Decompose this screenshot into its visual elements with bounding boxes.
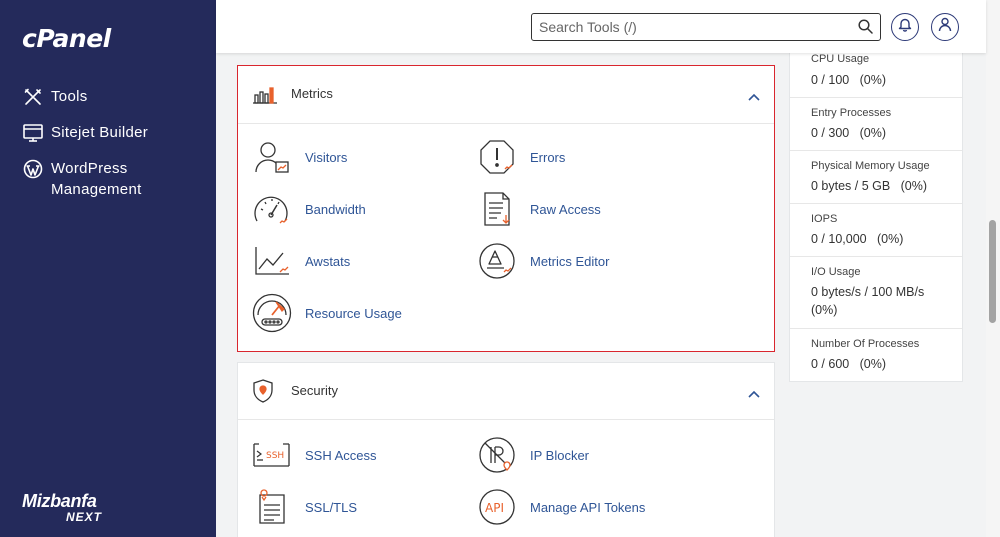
metrics-item-resource-usage[interactable]: Resource Usage <box>252 293 402 333</box>
metrics-item-bandwidth[interactable]: Bandwidth <box>252 189 366 229</box>
security-item-ssl-tls[interactable]: SSL/TLS <box>252 487 357 527</box>
sidebar-item-tools[interactable]: Tools <box>22 86 88 108</box>
stat-label: CPU Usage <box>811 53 870 65</box>
errors-icon <box>477 137 517 177</box>
search-input[interactable] <box>539 17 839 37</box>
sidebar-item-label: Tools <box>51 88 88 105</box>
user-menu-button[interactable] <box>931 13 959 41</box>
stat-physical-memory: Physical Memory Usage 0 bytes / 5 GB (0%… <box>790 151 962 204</box>
metrics-item-label: Errors <box>530 149 566 165</box>
shield-icon <box>252 379 274 408</box>
stat-number-of-processes: Number Of Processes 0 / 600 (0%) <box>790 329 962 383</box>
metrics-panel-title: Metrics <box>291 86 333 101</box>
ip-blocker-icon <box>477 435 517 475</box>
stat-value: 0 / 10,000 (0%) <box>811 232 904 246</box>
metrics-panel-header[interactable]: Metrics <box>238 66 774 124</box>
stat-label: IOPS <box>811 213 838 225</box>
sitejet-icon <box>22 122 44 144</box>
metrics-item-metrics-editor[interactable]: Metrics Editor <box>477 241 609 281</box>
security-panel-title: Security <box>291 383 338 398</box>
sidebar: cPanel Tools Sitejet Builder WordPress M… <box>0 0 216 537</box>
user-icon <box>938 17 952 37</box>
metrics-item-label: Visitors <box>305 149 348 165</box>
stat-value: 0 / 100 (0%) <box>811 73 887 87</box>
bell-icon <box>898 17 912 37</box>
stat-value: 0 / 300 (0%) <box>811 126 887 140</box>
awstats-icon <box>252 241 292 281</box>
raw-access-icon <box>477 189 517 229</box>
security-item-label: Manage API Tokens <box>530 499 646 515</box>
metrics-chart-icon <box>252 82 278 109</box>
security-item-label: SSH Access <box>305 447 377 463</box>
notifications-button[interactable] <box>891 13 919 41</box>
api-icon: API <box>477 487 517 527</box>
metrics-item-awstats[interactable]: Awstats <box>252 241 350 281</box>
search-box <box>531 13 881 41</box>
stat-label: Number Of Processes <box>811 338 920 350</box>
metrics-item-visitors[interactable]: Visitors <box>252 137 347 177</box>
metrics-item-label: Metrics Editor <box>530 253 610 269</box>
stat-value: 0 bytes / 5 GB (0%) <box>811 179 928 193</box>
resource-usage-icon <box>252 293 292 333</box>
sidebar-item-wordpress[interactable]: WordPress Management <box>22 158 161 200</box>
page-scrollbar[interactable] <box>986 0 1000 537</box>
metrics-item-label: Bandwidth <box>305 201 366 217</box>
security-panel-header[interactable]: Security <box>238 363 774 420</box>
stat-value: 0 / 600 (0%) <box>811 357 887 371</box>
stat-label: I/O Usage <box>811 266 861 278</box>
stat-label: Physical Memory Usage <box>811 160 930 172</box>
stat-entry-processes: Entry Processes 0 / 300 (0%) <box>790 98 962 151</box>
mizbanfa-brand-logo: Mizbanfa NEXT <box>22 491 103 524</box>
chevron-up-icon[interactable] <box>748 88 760 106</box>
security-item-api-tokens[interactable]: API Manage API Tokens <box>477 487 645 527</box>
security-panel: Security SSH SSH Access IP Blocker SSL/T… <box>237 362 775 537</box>
bandwidth-icon <box>252 189 292 229</box>
stat-label: Entry Processes <box>811 107 892 119</box>
stat-value: 0 bytes/s / 100 MB/s (0%) <box>811 285 935 317</box>
ssh-icon: SSH <box>252 435 292 475</box>
resource-stats-panel: CPU Usage 0 / 100 (0%) Entry Processes 0… <box>789 40 963 382</box>
metrics-item-raw-access[interactable]: Raw Access <box>477 189 601 229</box>
metrics-item-label: Resource Usage <box>305 305 402 321</box>
metrics-editor-icon <box>477 241 517 281</box>
metrics-panel: Metrics Visitors Errors Bandwidth Raw Ac… <box>237 65 775 352</box>
security-item-label: SSL/TLS <box>305 499 358 515</box>
tools-icon <box>22 86 44 108</box>
metrics-item-errors[interactable]: Errors <box>477 137 565 177</box>
svg-text:SSH: SSH <box>266 451 284 461</box>
svg-text:API: API <box>485 501 504 515</box>
search-icon[interactable] <box>858 19 873 39</box>
ssl-tls-icon <box>252 487 292 527</box>
wordpress-icon <box>22 158 44 180</box>
metrics-item-label: Awstats <box>305 253 351 269</box>
cpanel-logo[interactable]: cPanel <box>22 24 111 53</box>
sidebar-item-label: Sitejet Builder <box>51 124 149 141</box>
visitors-icon <box>252 137 292 177</box>
sidebar-item-label: WordPress Management <box>51 160 142 198</box>
sidebar-item-sitejet[interactable]: Sitejet Builder <box>22 122 148 144</box>
security-item-label: IP Blocker <box>530 447 590 463</box>
security-item-ip-blocker[interactable]: IP Blocker <box>477 435 589 475</box>
stat-io-usage: I/O Usage 0 bytes/s / 100 MB/s (0%) <box>790 257 962 329</box>
stat-iops: IOPS 0 / 10,000 (0%) <box>790 204 962 257</box>
top-header <box>216 0 986 53</box>
metrics-item-label: Raw Access <box>530 201 601 217</box>
security-item-ssh-access[interactable]: SSH SSH Access <box>252 435 377 475</box>
scrollbar-thumb[interactable] <box>989 220 996 323</box>
chevron-up-icon[interactable] <box>748 385 760 403</box>
